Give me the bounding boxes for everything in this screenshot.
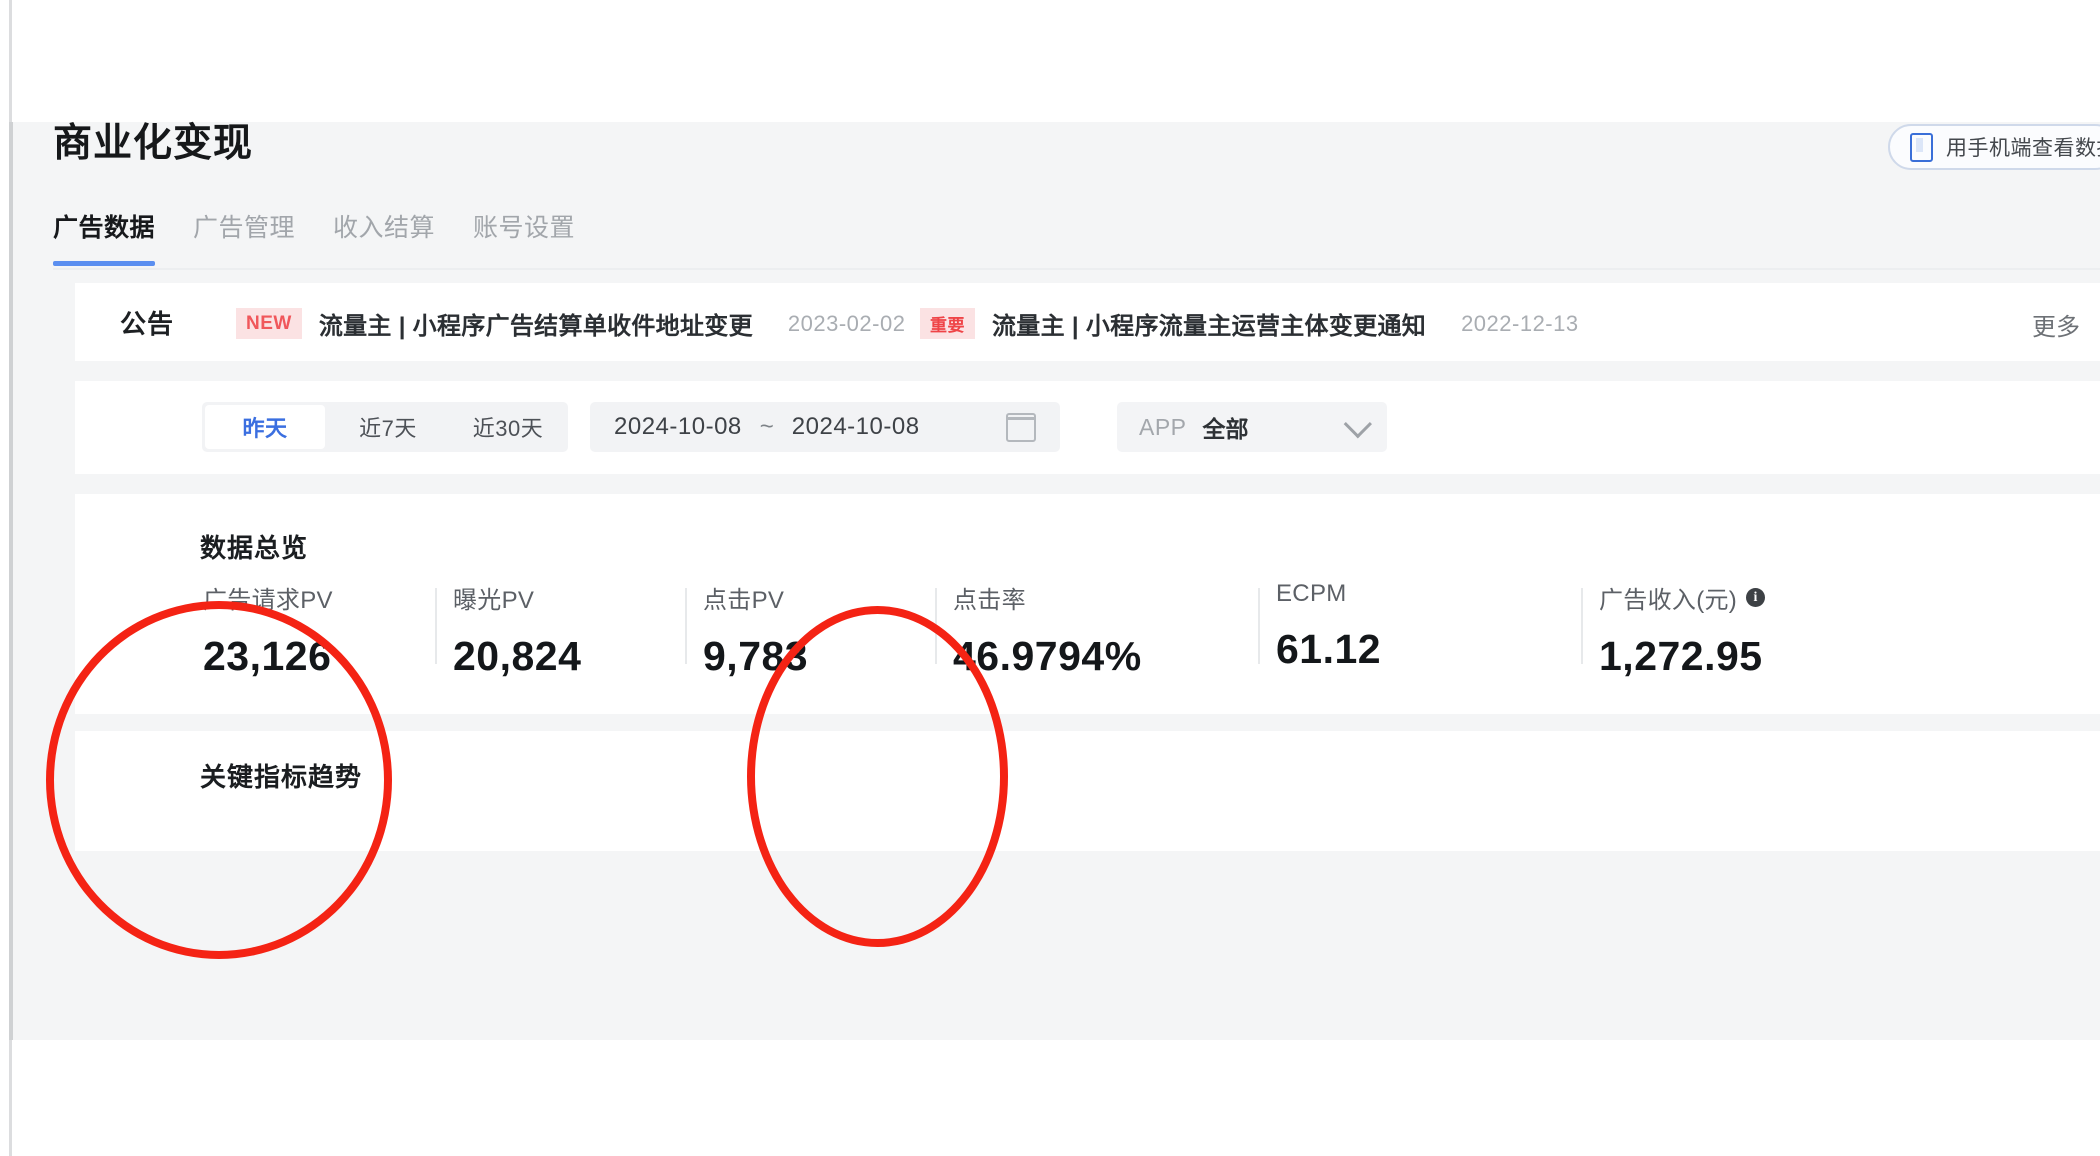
tab-ad-data[interactable]: 广告数据	[53, 208, 156, 266]
announcement-label: 公告	[120, 308, 175, 339]
date-preset-last-30-days[interactable]: 近30天	[448, 402, 568, 452]
announcement-date-1: 2023-02-02	[787, 310, 906, 336]
announcement-text-1: 流量主 | 小程序广告结算单收件地址变更	[318, 313, 753, 340]
date-range-start[interactable]: 2024-10-08	[614, 413, 742, 441]
left-edge-rule-inner	[9, 122, 13, 1040]
metric-click-rate: 点击率 46.9794%	[935, 580, 1258, 680]
tab-account-settings[interactable]: 账号设置	[473, 208, 575, 266]
announcement-date-2: 2022-12-13	[1461, 310, 1579, 336]
metric-ecpm-value: 61.12	[1276, 626, 1382, 672]
metric-ad-request-pv-value: 23,126	[203, 633, 332, 679]
announcement-item-2[interactable]: 重要 流量主 | 小程序流量主运营主体变更通知 2022-12-13	[920, 306, 1579, 341]
metric-click-pv-value: 9,783	[703, 633, 809, 679]
announcement-badge-important: 重要	[920, 308, 975, 339]
announcement-card: 公告 NEW 流量主 | 小程序广告结算单收件地址变更 2023-02-02 重…	[75, 283, 2100, 361]
date-preset-segmented-control: 昨天 近7天 近30天	[202, 402, 568, 452]
metric-click-rate-label: 点击率	[953, 587, 1026, 614]
metric-ad-revenue-label: 广告收入(元)	[1599, 587, 1738, 614]
metric-exposure-pv-label: 曝光PV	[453, 587, 535, 614]
key-metric-trend-card: 关键指标趋势	[75, 731, 2100, 851]
mobile-view-button-label: 用手机端查看数据	[1946, 137, 2100, 160]
metric-ecpm-label: ECPM	[1276, 580, 1347, 607]
metric-ad-revenue-value: 1,272.95	[1599, 633, 1763, 679]
app-filter-select[interactable]: APP 全部	[1117, 402, 1387, 452]
app-screen: 商业化变现 用手机端查看数据 广告数据 广告管理 收入结算 账号设置 公告 NE…	[0, 0, 2100, 1156]
tab-ad-management[interactable]: 广告管理	[193, 208, 295, 266]
key-metric-trend-title: 关键指标趋势	[200, 762, 363, 792]
mobile-view-button[interactable]: 用手机端查看数据	[1888, 124, 2100, 170]
tab-revenue-settlement[interactable]: 收入结算	[333, 208, 435, 266]
metric-ad-request-pv: 广告请求PV 23,126	[185, 580, 435, 680]
announcement-text-2: 流量主 | 小程序流量主运营主体变更通知	[992, 313, 1427, 340]
metric-click-pv-label: 点击PV	[703, 587, 785, 614]
date-preset-last-7-days[interactable]: 近7天	[328, 402, 448, 452]
calendar-icon[interactable]	[1006, 412, 1036, 442]
tab-bar: 广告数据 广告管理 收入结算 账号设置	[53, 208, 575, 266]
mobile-phone-icon	[1910, 132, 1933, 162]
metric-exposure-pv: 曝光PV 20,824	[435, 580, 685, 680]
app-filter-value: 全部	[1202, 416, 1249, 442]
metric-ad-revenue: 广告收入(元) i 1,272.95	[1581, 580, 1911, 680]
info-icon[interactable]: i	[1746, 588, 1766, 607]
filter-card: 昨天 近7天 近30天 2024-10-08 ~ 2024-10-08 APP …	[75, 381, 2100, 474]
announcement-row: 公告 NEW 流量主 | 小程序广告结算单收件地址变更 2023-02-02 重…	[75, 283, 2100, 361]
metric-list: 广告请求PV 23,126 曝光PV 20,824 点击PV 9,783 点击率	[185, 580, 1911, 680]
data-overview-card: 数据总览 广告请求PV 23,126 曝光PV 20,824 点击PV 9,78…	[75, 494, 2100, 714]
announcement-more-link[interactable]: 更多	[2032, 307, 2080, 342]
metric-click-rate-value: 46.9794%	[953, 633, 1142, 679]
metric-exposure-pv-value: 20,824	[453, 633, 582, 679]
announcement-item-1[interactable]: NEW 流量主 | 小程序广告结算单收件地址变更 2023-02-02	[236, 306, 905, 341]
tab-bar-divider	[53, 268, 2100, 270]
page-title: 商业化变现	[53, 122, 254, 165]
announcement-badge-new: NEW	[236, 308, 302, 339]
data-overview-title: 数据总览	[200, 533, 309, 563]
metric-click-pv: 点击PV 9,783	[685, 580, 935, 680]
date-preset-yesterday[interactable]: 昨天	[205, 405, 325, 449]
metric-ecpm: ECPM 61.12	[1258, 580, 1581, 680]
metric-ad-request-pv-label: 广告请求PV	[203, 587, 333, 614]
chevron-down-icon[interactable]	[1343, 410, 1372, 439]
date-range-picker[interactable]: 2024-10-08 ~ 2024-10-08	[590, 402, 1060, 452]
date-range-separator: ~	[759, 413, 774, 440]
date-range-end[interactable]: 2024-10-08	[792, 413, 920, 441]
app-filter-label: APP	[1139, 413, 1187, 440]
